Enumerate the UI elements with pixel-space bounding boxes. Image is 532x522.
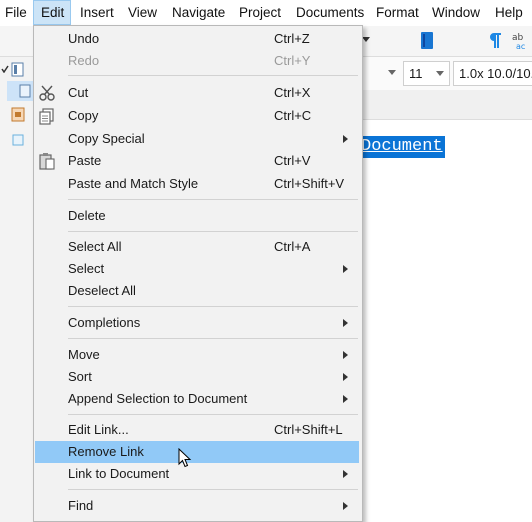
menu-item-select[interactable]: Select (35, 258, 359, 280)
menu-item-shortcut: Ctrl+Y (274, 53, 311, 68)
submenu-arrow-icon (343, 373, 348, 381)
menu-item-copy[interactable]: Copy Ctrl+C (35, 105, 359, 127)
binder-sidebar (0, 57, 35, 522)
menu-item-label: Completions (68, 315, 141, 330)
menu-item-append-selection[interactable]: Append Selection to Document (35, 388, 359, 410)
menu-edit[interactable]: Edit (33, 0, 71, 25)
menu-item-deselect-all[interactable]: Deselect All (35, 280, 359, 302)
menu-separator (68, 199, 358, 200)
menu-separator (68, 231, 358, 232)
checkmark-icon[interactable] (1, 65, 9, 73)
menu-separator (68, 338, 358, 339)
menu-item-redo[interactable]: Redo Ctrl+Y (35, 50, 359, 72)
formatting-icon[interactable]: ab ac (512, 31, 532, 51)
menu-separator (68, 75, 358, 76)
menu-item-shortcut: Ctrl+A (274, 239, 311, 254)
menu-item-label: Copy Special (68, 131, 145, 146)
paste-icon (39, 153, 55, 170)
menu-documents[interactable]: Documents (296, 0, 364, 25)
menu-bar: File Edit Insert View Navigate Project D… (0, 0, 532, 27)
menu-item-shortcut: Ctrl+Shift+L (274, 422, 343, 437)
menu-item-completions[interactable]: Completions (35, 312, 359, 334)
submenu-arrow-icon (343, 502, 348, 510)
menu-project[interactable]: Project (239, 0, 281, 25)
menu-item-label: Append Selection to Document (68, 391, 248, 406)
menu-item-paste-match-style[interactable]: Paste and Match Style Ctrl+Shift+V (35, 173, 359, 195)
menu-item-label: Edit Link... (68, 422, 129, 437)
menu-item-remove-link[interactable]: Remove Link (35, 441, 359, 463)
menu-item-label: Cut (68, 85, 89, 100)
svg-text:ac: ac (516, 42, 525, 51)
trash-icon[interactable] (11, 132, 25, 146)
menu-item-label: Deselect All (68, 283, 136, 298)
menu-item-delete[interactable]: Delete (35, 205, 359, 227)
submenu-arrow-icon (343, 470, 348, 478)
document-icon (19, 84, 31, 98)
menu-window[interactable]: Window (432, 0, 480, 25)
scissors-icon (39, 85, 55, 101)
menu-separator (68, 414, 358, 415)
mouse-cursor-icon (178, 448, 192, 468)
menu-item-shortcut: Ctrl+V (274, 153, 311, 168)
menu-item-label: Copy (68, 108, 99, 123)
menu-view[interactable]: View (128, 0, 157, 25)
chevron-down-icon[interactable] (362, 37, 370, 43)
menu-item-copy-special[interactable]: Copy Special (35, 128, 359, 150)
font-size-select[interactable]: 11 (403, 61, 450, 86)
submenu-arrow-icon (343, 319, 348, 327)
menu-navigate[interactable]: Navigate (172, 0, 225, 25)
pilcrow-icon[interactable] (488, 32, 502, 49)
menu-item-sort[interactable]: Sort (35, 366, 359, 388)
menu-item-shortcut: Ctrl+X (274, 85, 311, 100)
menu-separator (68, 306, 358, 307)
submenu-arrow-icon (343, 351, 348, 359)
menu-item-label: Undo (68, 31, 100, 46)
menu-item-label: Paste (68, 153, 102, 168)
submenu-arrow-icon (343, 135, 348, 143)
menu-item-select-all[interactable]: Select All Ctrl+A (35, 236, 359, 258)
menu-item-label: Sort (68, 369, 92, 384)
menu-item-paste[interactable]: Paste Ctrl+V (35, 150, 359, 172)
menu-format[interactable]: Format (376, 0, 419, 25)
menu-item-label: Redo (68, 53, 100, 68)
menu-separator (68, 489, 358, 490)
edit-menu: Undo Ctrl+Z Redo Ctrl+Y Cut Ctrl+X Copy … (33, 25, 363, 522)
menu-item-cut[interactable]: Cut Ctrl+X (35, 82, 359, 104)
menu-item-label: Move (68, 347, 100, 362)
research-folder-icon[interactable] (11, 107, 25, 122)
menu-item-label: Select All (68, 239, 122, 254)
line-spacing-value: 1.0x 10.0/10.0 (459, 66, 532, 81)
menu-item-link-to-document[interactable]: Link to Document (35, 463, 359, 485)
menu-item-label: Delete (68, 208, 106, 223)
menu-file[interactable]: File (5, 0, 27, 25)
font-size-value: 11 (409, 66, 423, 81)
chevron-down-icon (436, 71, 444, 76)
submenu-arrow-icon (343, 395, 348, 403)
menu-help[interactable]: Help (495, 0, 523, 25)
menu-item-label: Paste and Match Style (68, 176, 199, 191)
chevron-down-icon[interactable] (388, 70, 396, 76)
binder-selected-item[interactable] (7, 81, 33, 101)
copy-icon (39, 108, 54, 125)
menu-item-shortcut: Ctrl+Shift+V (274, 176, 345, 191)
line-spacing-select[interactable]: 1.0x 10.0/10.0 (453, 61, 532, 86)
menu-insert[interactable]: Insert (80, 0, 114, 25)
menu-item-shortcut: Ctrl+Z (274, 31, 310, 46)
menu-item-shortcut: Ctrl+C (274, 108, 312, 123)
menu-item-label: Find (68, 498, 94, 513)
menu-item-find[interactable]: Find (35, 495, 359, 517)
selected-link-text[interactable]: Document (360, 136, 445, 158)
menu-item-label: Link to Document (68, 466, 170, 481)
composition-mode-icon[interactable] (420, 31, 434, 50)
menu-item-label: Select (68, 261, 105, 276)
menu-item-edit-link[interactable]: Edit Link... Ctrl+Shift+L (35, 419, 359, 441)
menu-item-undo[interactable]: Undo Ctrl+Z (35, 28, 359, 50)
menu-item-move[interactable]: Move (35, 344, 359, 366)
menu-item-label: Remove Link (68, 444, 144, 459)
submenu-arrow-icon (343, 265, 348, 273)
draft-folder-icon[interactable] (11, 62, 24, 77)
